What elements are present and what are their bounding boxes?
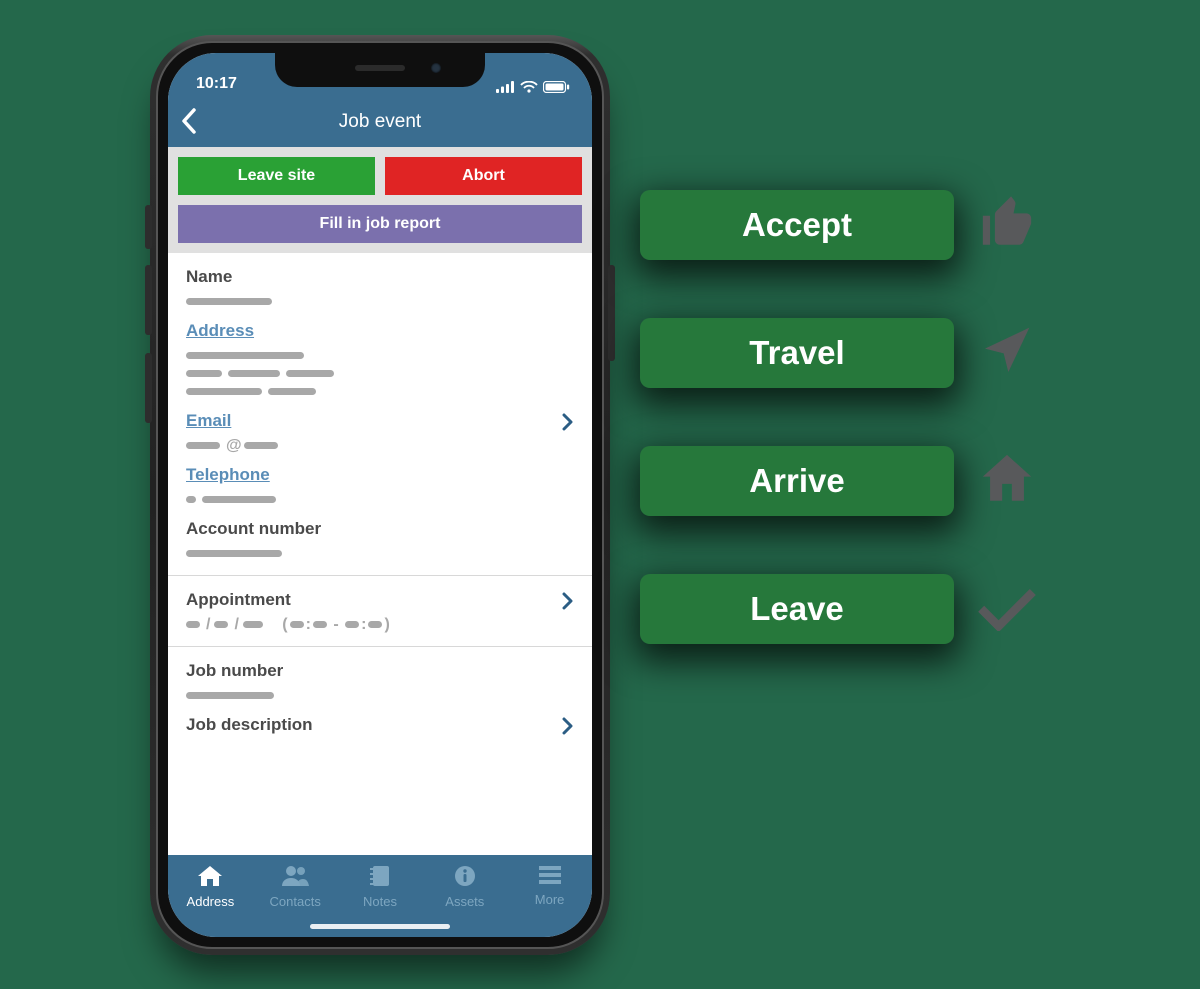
phone-notch: [275, 53, 485, 87]
label-appointment: Appointment: [186, 590, 574, 610]
nav-header: Job event: [168, 97, 592, 147]
accept-button[interactable]: Accept: [640, 190, 954, 260]
label-address: Address: [186, 321, 574, 341]
field-job-number: Job number: [186, 653, 574, 707]
battery-icon: [543, 81, 570, 93]
mute-switch: [145, 205, 152, 249]
tab-label: More: [535, 892, 565, 907]
chevron-right-icon: [562, 413, 574, 436]
wifi-icon: [520, 81, 538, 93]
house-icon: [978, 450, 1036, 513]
label-email: Email: [186, 411, 574, 431]
tab-label: Assets: [445, 894, 484, 909]
chevron-right-icon: [562, 592, 574, 615]
abort-button[interactable]: Abort: [385, 157, 582, 195]
tab-label: Notes: [363, 894, 397, 909]
job-details: Name Address Email @: [168, 253, 592, 753]
notebook-icon: [369, 865, 391, 890]
travel-button[interactable]: Travel: [640, 318, 954, 388]
label-name: Name: [186, 267, 574, 287]
field-job-description[interactable]: Job description: [186, 707, 574, 743]
bottom-tabbar: Address Contacts Notes Assets: [168, 855, 592, 937]
hamburger-icon: [539, 865, 561, 888]
volume-down-button: [145, 353, 152, 423]
field-telephone[interactable]: Telephone: [186, 457, 574, 511]
chevron-right-icon: [562, 717, 574, 740]
page-title: Job event: [339, 111, 421, 133]
cellular-signal-icon: [496, 81, 515, 93]
home-icon: [197, 865, 223, 890]
field-address[interactable]: Address: [186, 313, 574, 403]
tab-address[interactable]: Address: [168, 855, 253, 937]
field-name: Name: [186, 259, 574, 313]
label-account-number: Account number: [186, 519, 574, 539]
field-email[interactable]: Email @: [186, 403, 574, 457]
status-time: 10:17: [196, 75, 237, 93]
label-telephone: Telephone: [186, 465, 574, 485]
leave-button[interactable]: Leave: [640, 574, 954, 644]
thumbs-up-icon: [978, 194, 1036, 257]
fill-job-report-button[interactable]: Fill in job report: [178, 205, 582, 243]
action-bar: Leave site Abort Fill in job report: [168, 147, 592, 253]
check-icon: [978, 583, 1036, 636]
phone-screen: 10:17: [168, 53, 592, 937]
volume-up-button: [145, 265, 152, 335]
workflow-buttons-panel: Accept Travel Arrive Leave: [640, 190, 1120, 644]
tab-label: Address: [187, 894, 235, 909]
people-icon: [281, 865, 309, 890]
phone-device-frame: 10:17: [150, 35, 610, 955]
location-arrow-icon: [978, 323, 1034, 384]
leave-site-button[interactable]: Leave site: [178, 157, 375, 195]
tab-label: Contacts: [270, 894, 321, 909]
home-indicator[interactable]: [310, 924, 450, 929]
arrive-button[interactable]: Arrive: [640, 446, 954, 516]
label-job-description: Job description: [186, 715, 574, 735]
info-icon: [454, 865, 476, 890]
power-button: [608, 265, 615, 361]
field-appointment[interactable]: Appointment // (: - :): [186, 582, 574, 636]
field-account-number: Account number: [186, 511, 574, 565]
label-job-number: Job number: [186, 661, 574, 681]
tab-more[interactable]: More: [507, 855, 592, 937]
back-button[interactable]: [180, 107, 198, 140]
